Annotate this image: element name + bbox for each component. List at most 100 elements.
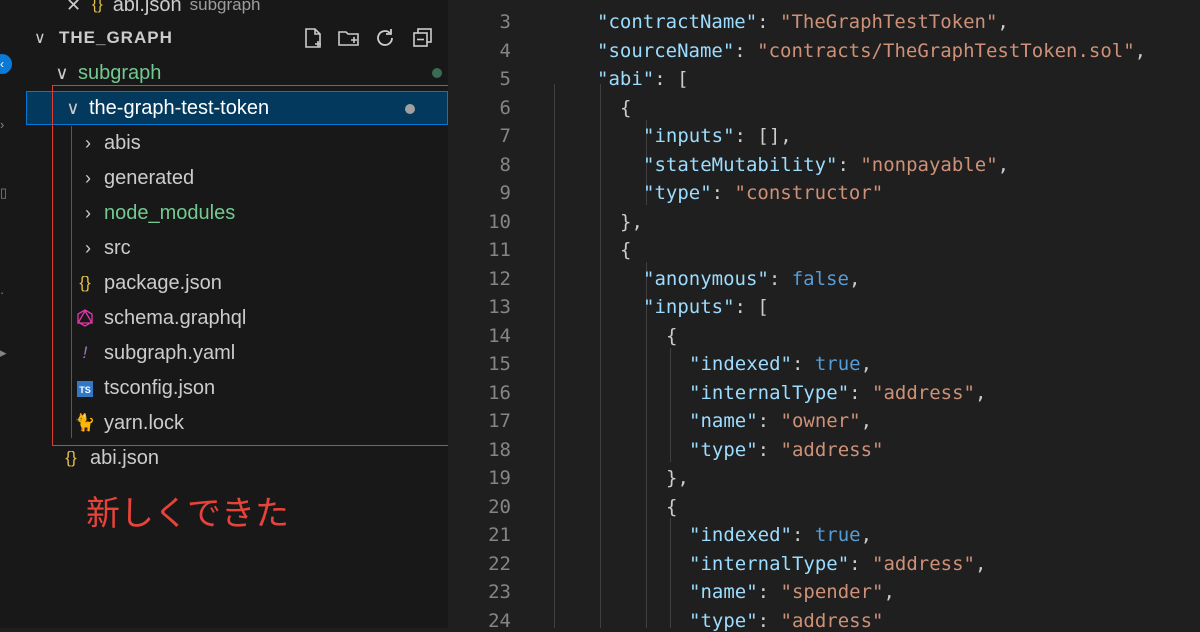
- tree-folder-generated[interactable]: › generated: [26, 161, 500, 195]
- line-number: 23: [488, 581, 511, 603]
- line-number: 17: [488, 410, 511, 432]
- indent-guide: [670, 518, 671, 628]
- tree-file-package-json[interactable]: {} package.json: [26, 266, 496, 300]
- tree-folder-subgraph[interactable]: ∨ subgraph: [26, 56, 474, 90]
- open-editor-filename: abi.json: [112, 0, 182, 16]
- line-number: 12: [488, 268, 511, 290]
- run-debug-icon[interactable]: ›: [0, 118, 14, 132]
- tree-item-label: the-graph-test-token: [89, 96, 270, 119]
- tree-folder-node-modules[interactable]: › node_modules: [26, 196, 500, 230]
- line-number: 11: [488, 239, 511, 261]
- line-number: 6: [499, 97, 511, 119]
- code-line: "anonymous": false,: [643, 268, 861, 290]
- json-key: "stateMutability": [643, 154, 838, 176]
- close-icon[interactable]: ✕: [66, 0, 92, 16]
- yarn-icon: 🐈: [74, 413, 96, 432]
- new-folder-icon[interactable]: [337, 26, 361, 50]
- json-string: "nonpayable": [860, 154, 998, 176]
- git-modified-dot-icon: [432, 68, 442, 78]
- tree-file-subgraph-yaml[interactable]: ! subgraph.yaml: [26, 336, 496, 370]
- json-key: "inputs": [643, 125, 735, 147]
- json-string: "constructor": [734, 182, 884, 204]
- json-string: "TheGraphTestToken": [780, 11, 998, 33]
- tree-file-yarn-lock[interactable]: 🐈 yarn.lock: [26, 406, 496, 440]
- code-line: "name": "owner",: [689, 410, 873, 432]
- code-line: "indexed": true,: [689, 353, 873, 375]
- code-line: {: [666, 496, 678, 518]
- tree-item-label: src: [104, 236, 131, 259]
- chevron-right-icon: ›: [85, 237, 91, 258]
- code-line: "type": "address": [689, 610, 884, 632]
- json-key: "indexed": [689, 353, 792, 375]
- indent-guide: [554, 84, 555, 628]
- json-key: "internalType": [689, 553, 850, 575]
- code-line: {: [620, 97, 632, 119]
- json-key: "contractName": [597, 11, 758, 33]
- tree-item-label: abi.json: [90, 446, 159, 469]
- code-line: "sourceName": "contracts/TheGraphTestTok…: [597, 40, 1147, 62]
- open-editor-row[interactable]: ✕ {} abi.json subgraph: [66, 0, 446, 22]
- yaml-file-icon: !: [82, 343, 88, 362]
- json-boolean: false: [791, 268, 849, 290]
- json-string: "owner": [780, 410, 861, 432]
- tree-item-label: subgraph.yaml: [104, 341, 236, 364]
- collapse-all-icon[interactable]: [411, 26, 435, 50]
- code-line: "type": "address": [689, 439, 884, 461]
- json-punct: : [: [654, 68, 689, 90]
- typescript-icon: TS: [74, 378, 96, 398]
- indent-guide: [600, 84, 601, 628]
- explorer-root-chevron-icon[interactable]: ∨: [34, 28, 46, 48]
- line-number: 9: [499, 182, 511, 204]
- activity-bar: ‹ › ▯ · ▸: [0, 0, 26, 628]
- code-line: "name": "spender",: [689, 581, 895, 603]
- tree-folder-src[interactable]: › src: [26, 231, 500, 265]
- tree-item-label: tsconfig.json: [104, 376, 216, 399]
- line-number: 8: [499, 154, 511, 176]
- settings-icon[interactable]: ▸: [0, 346, 14, 360]
- explorer-root-title[interactable]: THE_GRAPH: [59, 28, 173, 48]
- tree-folder-the-graph-test-token[interactable]: ∨ the-graph-test-token: [26, 91, 448, 125]
- json-key: "indexed": [689, 524, 792, 546]
- json-string: "contracts/TheGraphTestToken.sol": [757, 40, 1135, 62]
- chevron-right-icon: ›: [85, 167, 91, 188]
- json-key: "type": [689, 439, 758, 461]
- line-number: 4: [499, 40, 511, 62]
- tree-file-schema-graphql[interactable]: schema.graphql: [26, 301, 496, 335]
- tree-file-abi-json[interactable]: {} abi.json: [26, 441, 482, 475]
- json-key: "type": [643, 182, 712, 204]
- tree-file-tsconfig-json[interactable]: TS tsconfig.json: [26, 371, 496, 405]
- json-key: "name": [689, 410, 758, 432]
- tree-item-label: subgraph: [78, 61, 162, 84]
- tree-folder-abis[interactable]: › abis: [26, 126, 500, 160]
- line-number: 22: [488, 553, 511, 575]
- typescript-icon-text: TS: [77, 381, 93, 397]
- line-number: 16: [488, 382, 511, 404]
- code-line: {: [666, 325, 678, 347]
- indent-guide: [670, 348, 671, 462]
- chevron-right-icon: ›: [85, 132, 91, 153]
- extensions-icon[interactable]: ▯: [0, 186, 14, 200]
- json-file-icon: {}: [79, 273, 91, 292]
- account-icon[interactable]: ·: [0, 286, 14, 300]
- json-key: "abi": [597, 68, 655, 90]
- line-number: 15: [488, 353, 511, 375]
- line-number: 18: [488, 439, 511, 461]
- code-line: "inputs": [: [643, 296, 769, 318]
- code-line: },: [666, 467, 689, 489]
- json-boolean: true: [814, 353, 861, 375]
- tree-item-label: yarn.lock: [104, 411, 185, 434]
- tree-item-label: node_modules: [104, 201, 236, 224]
- line-number: 13: [488, 296, 511, 318]
- line-number: 3: [499, 11, 511, 33]
- json-key: "inputs": [643, 296, 735, 318]
- json-file-icon: {}: [65, 448, 77, 467]
- new-file-icon[interactable]: [301, 26, 325, 50]
- line-number: 14: [488, 325, 511, 347]
- json-key: "type": [689, 610, 758, 632]
- refresh-icon[interactable]: [373, 26, 397, 50]
- code-line: {: [620, 239, 632, 261]
- json-string: "address": [780, 439, 884, 461]
- remote-badge-icon[interactable]: ‹: [0, 54, 12, 74]
- json-key: "name": [689, 581, 758, 603]
- annotation-note: 新しくできた: [86, 494, 289, 534]
